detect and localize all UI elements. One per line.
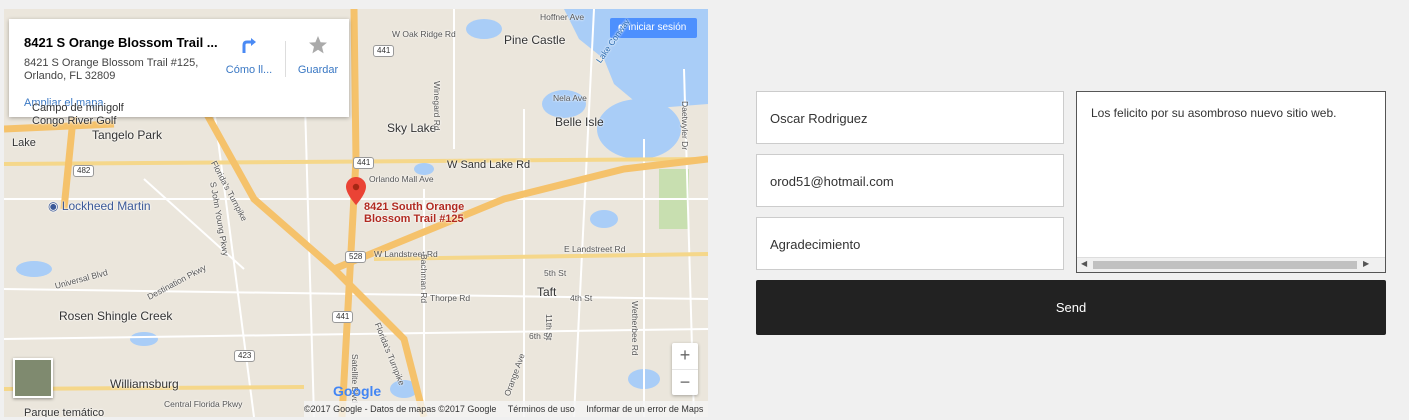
lockheed-marker-icon: ◉ — [48, 199, 62, 213]
map-label-tangelo-park: Tangelo Park — [92, 128, 163, 142]
infobox-divider — [285, 41, 286, 77]
map-label-central-florida: Central Florida Pkwy — [164, 399, 243, 409]
map-label-hoffner: Hoffner Ave — [540, 12, 585, 22]
horizontal-scrollbar[interactable]: ◀ ▶ — [1077, 257, 1385, 272]
map-label-belle-isle: Belle Isle — [555, 115, 604, 129]
lockheed-name: Lockheed Martin — [61, 199, 151, 213]
map-label-thorpe: Thorpe Rd — [430, 293, 471, 303]
map-label-lake: Lake — [12, 137, 36, 149]
google-logo-text: Google — [333, 383, 382, 399]
route-shield-441-north: 441 — [373, 45, 395, 57]
map-label-campo: Campo de minigolf — [32, 102, 124, 114]
place-title: 8421 S Orange Blossom Trail ... — [24, 35, 218, 50]
map-label-e-landstreet: E Landstreet Rd — [564, 244, 626, 254]
message-textarea[interactable]: Los felicito por su asombroso nuevo siti… — [1076, 91, 1386, 273]
star-icon — [309, 36, 327, 54]
directions-label: Cómo ll... — [225, 64, 273, 76]
scroll-left-icon[interactable]: ◀ — [1081, 259, 1087, 268]
address-line-1: 8421 S Orange Blossom Trail #125, — [24, 57, 199, 69]
location-pin-icon[interactable] — [346, 177, 366, 209]
map-copyright: ©2017 Google - Datos de mapas ©2017 Goog… — [304, 404, 497, 414]
map-label-w-sand-lake: W Sand Lake Rd — [447, 159, 531, 171]
map-label-pine-castle: Pine Castle — [504, 33, 566, 47]
map-label-parque: Parque temático — [24, 407, 105, 417]
map[interactable]: 8421 S Orange Blossom Trail ... 8421 S O… — [4, 9, 708, 417]
map-label-nela: Nela Ave — [553, 93, 587, 103]
zoom-in-button[interactable]: + — [672, 343, 698, 369]
map-label-w-oak-ridge: W Oak Ridge Rd — [392, 29, 456, 39]
map-terms-link[interactable]: Términos de uso — [508, 404, 575, 414]
scrollbar-thumb[interactable] — [1093, 261, 1357, 269]
map-label-lockheed: ◉ Lockheed Martin — [48, 199, 151, 213]
google-logo: Google — [333, 383, 381, 399]
email-field[interactable]: orod51@hotmail.com — [756, 154, 1064, 207]
pin-label-line-2: Blossom Trail #125 — [364, 213, 464, 225]
route-shield-441-mid: 441 — [353, 157, 375, 169]
map-footer: ©2017 Google - Datos de mapas ©2017 Goog… — [304, 401, 708, 417]
send-button[interactable]: Send — [756, 280, 1386, 335]
pin-label: 8421 South Orange Blossom Trail #125 — [364, 201, 464, 225]
map-label-congo: Congo River Golf — [32, 115, 117, 127]
map-label-taft: Taft — [537, 285, 557, 299]
place-address: 8421 S Orange Blossom Trail #125, Orland… — [24, 57, 214, 83]
satellite-toggle[interactable] — [13, 358, 53, 398]
zoom-control: + − — [672, 343, 698, 395]
route-shield-482: 482 — [73, 165, 95, 177]
save-label: Guardar — [297, 64, 339, 76]
map-label-winegard: Winegard Rd — [432, 81, 442, 131]
subject-field[interactable]: Agradecimiento — [756, 217, 1064, 270]
map-label-wetherbee: Wetherbee Rd — [630, 301, 640, 356]
map-label-rosen: Rosen Shingle Creek — [59, 309, 173, 323]
map-report-link[interactable]: Informar de un error de Maps — [586, 404, 703, 414]
map-label-bachman: Bachman Rd — [419, 254, 429, 304]
signin-label: Iniciar sesión — [628, 22, 687, 33]
map-label-11th-st: 11th St — [544, 314, 554, 341]
map-label-daetwyler: Daetwyler Dr — [680, 101, 690, 151]
zoom-out-button[interactable]: − — [672, 369, 698, 396]
map-label-4th-st: 4th St — [570, 293, 593, 303]
directions-button[interactable]: Cómo ll... — [219, 35, 279, 76]
directions-icon — [242, 38, 256, 53]
save-place-button[interactable]: Guardar — [293, 35, 343, 76]
map-label-5th-st: 5th St — [544, 268, 567, 278]
route-shield-441-south: 441 — [332, 311, 354, 323]
pin-label-line-1: 8421 South Orange — [364, 201, 465, 213]
map-label-sky-lake: Sky Lake — [387, 121, 437, 135]
route-shield-423: 423 — [234, 350, 256, 362]
map-label-orlando-mall: Orlando Mall Ave — [369, 174, 434, 184]
scroll-right-icon[interactable]: ▶ — [1363, 259, 1369, 268]
map-label-williamsburg: Williamsburg — [110, 377, 179, 391]
message-text: Los felicito por su asombroso nuevo siti… — [1091, 106, 1337, 120]
name-field[interactable]: Oscar Rodriguez — [756, 91, 1064, 144]
route-shield-528: 528 — [345, 251, 367, 263]
address-line-2: Orlando, FL 32809 — [24, 70, 116, 82]
